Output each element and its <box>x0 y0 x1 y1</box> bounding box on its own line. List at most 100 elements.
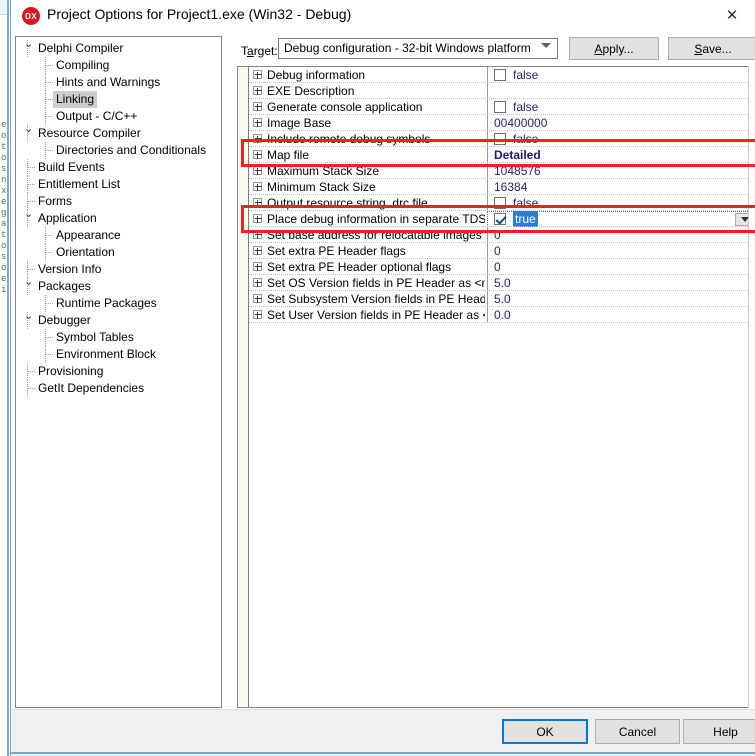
tree-connector <box>45 99 53 100</box>
property-row[interactable]: Output resource string .drc file false <box>249 195 755 211</box>
sidebar-item-environment-block[interactable]: Environment Block <box>16 346 221 363</box>
sidebar-item-label: Build Events <box>38 160 105 174</box>
property-column-divider <box>487 275 488 291</box>
chevron-down-icon[interactable]: ⌄ <box>24 37 33 53</box>
property-row[interactable]: Debug information false <box>249 67 755 83</box>
property-row[interactable]: Maximum Stack Size 1048576 <box>249 163 755 179</box>
expand-plus-icon[interactable] <box>253 198 262 207</box>
expand-plus-icon[interactable] <box>253 70 262 79</box>
expand-plus-icon[interactable] <box>253 246 262 255</box>
sidebar-item-compiling[interactable]: Compiling <box>16 57 221 74</box>
sidebar-item-output-c-c[interactable]: Output - C/C++ <box>16 108 221 125</box>
sidebar-item-hints-and-warnings[interactable]: Hints and Warnings <box>16 74 221 91</box>
property-row[interactable]: Set User Version fields in PE Header as … <box>249 307 755 323</box>
property-value: true <box>513 211 538 227</box>
tree-connector-vertical <box>45 227 46 244</box>
property-name: Set OS Version fields in PE Header as <m… <box>267 276 485 290</box>
expand-plus-icon[interactable] <box>253 262 262 271</box>
cancel-button[interactable]: Cancel <box>595 719 680 744</box>
tree-connector <box>45 354 53 355</box>
property-value: 1048576 <box>494 164 541 178</box>
property-checkbox[interactable] <box>494 197 506 209</box>
sidebar-item-label: Resource Compiler <box>38 126 141 140</box>
property-checkbox[interactable] <box>494 69 506 81</box>
property-row[interactable]: Set OS Version fields in PE Header as <m… <box>249 275 755 291</box>
property-row[interactable]: Place debug information in separate TDS … <box>249 211 755 227</box>
sidebar-item-resource-compiler[interactable]: ⌄ Resource Compiler <box>16 123 221 142</box>
property-row[interactable]: Generate console application false <box>249 99 755 115</box>
ok-button[interactable]: OK <box>502 719 588 744</box>
help-button[interactable]: Help <box>683 719 755 744</box>
tree-connector <box>27 388 35 389</box>
property-value: 00400000 <box>494 116 548 130</box>
sidebar-item-orientation[interactable]: Orientation <box>16 244 221 261</box>
expand-plus-icon[interactable] <box>253 150 262 159</box>
tree-connector-vertical <box>27 312 28 329</box>
sidebar-item-directories-and-conditionals[interactable]: Directories and Conditionals <box>16 142 221 159</box>
sidebar-item-delphi-compiler[interactable]: ⌄ Delphi Compiler <box>16 38 221 57</box>
property-checkbox[interactable] <box>494 101 506 113</box>
sidebar-item-version-info[interactable]: Version Info <box>16 261 221 278</box>
delphi-logo-icon: DX <box>22 7 40 25</box>
property-row[interactable]: Minimum Stack Size 16384 <box>249 179 755 195</box>
expand-plus-icon[interactable] <box>253 278 262 287</box>
chevron-down-icon[interactable]: ⌄ <box>24 206 33 223</box>
sidebar-item-symbol-tables[interactable]: Symbol Tables <box>16 329 221 346</box>
sidebar-item-packages[interactable]: ⌄ Packages <box>16 276 221 295</box>
sidebar-item-provisioning[interactable]: Provisioning <box>16 363 221 380</box>
property-row[interactable]: Set Subsystem Version fields in PE Heade… <box>249 291 755 307</box>
target-label: Target: <box>241 44 278 58</box>
property-row[interactable]: Image Base 00400000 <box>249 115 755 131</box>
property-grid-scrollbar[interactable] <box>748 66 755 708</box>
sidebar-item-label: Orientation <box>56 245 115 259</box>
tree-connector-vertical <box>45 142 46 159</box>
expand-plus-icon[interactable] <box>253 134 262 143</box>
expand-plus-icon[interactable] <box>253 182 262 191</box>
expand-plus-icon[interactable] <box>253 102 262 111</box>
save-label-accel: S <box>694 41 703 56</box>
tree-connector <box>45 82 53 83</box>
sidebar-item-debugger[interactable]: ⌄ Debugger <box>16 310 221 329</box>
expand-plus-icon[interactable] <box>253 118 262 127</box>
sidebar-item-linking[interactable]: Linking <box>16 91 221 108</box>
expand-plus-icon[interactable] <box>253 166 262 175</box>
linking-options-property-grid[interactable]: Debug information false EXE Description Gen… <box>237 66 755 708</box>
sidebar-item-build-events[interactable]: Build Events <box>16 159 221 176</box>
sidebar-item-appearance[interactable]: Appearance <box>16 227 221 244</box>
sidebar-item-application[interactable]: ⌄ Application <box>16 208 221 227</box>
property-row[interactable]: Set extra PE Header flags 0 <box>249 243 755 259</box>
sidebar-item-getit-dependencies[interactable]: GetIt Dependencies <box>16 380 221 397</box>
tree-connector <box>27 184 35 185</box>
property-checkbox[interactable] <box>494 133 506 145</box>
close-icon[interactable]: ✕ <box>709 0 755 30</box>
chevron-down-icon[interactable]: ⌄ <box>24 274 33 291</box>
sidebar-item-label: Provisioning <box>38 364 104 378</box>
expand-plus-icon[interactable] <box>253 294 262 303</box>
property-row[interactable]: Set extra PE Header optional flags 0 <box>249 259 755 275</box>
save-button[interactable]: Save... <box>668 37 755 60</box>
property-row[interactable]: Set base address for relocatable images 0 <box>249 227 755 243</box>
chevron-down-icon[interactable]: ⌄ <box>24 121 33 138</box>
property-row[interactable]: Include remote debug symbols false <box>249 131 755 147</box>
sidebar-item-forms[interactable]: Forms <box>16 193 221 210</box>
options-category-tree[interactable]: ⌄ Delphi Compiler Compiling Hints and Warni… <box>15 36 222 708</box>
chevron-down-icon[interactable]: ⌄ <box>24 308 33 325</box>
apply-button[interactable]: Apply... <box>569 37 659 60</box>
tree-connector-vertical <box>45 329 46 346</box>
target-configuration-combobox[interactable]: Debug configuration - 32-bit Windows pla… <box>278 38 558 59</box>
tree-connector <box>27 371 35 372</box>
property-row[interactable]: Map file Detailed <box>249 147 755 163</box>
expand-plus-icon[interactable] <box>253 310 262 319</box>
property-column-divider <box>487 195 488 211</box>
expand-plus-icon[interactable] <box>253 214 262 223</box>
sidebar-item-entitlement-list[interactable]: Entitlement List <box>16 176 221 193</box>
tree-connector-vertical <box>45 346 46 363</box>
sidebar-item-runtime-packages[interactable]: Runtime Packages <box>16 295 221 312</box>
property-name: Set base address for relocatable images <box>267 228 482 242</box>
property-row[interactable]: EXE Description <box>249 83 755 99</box>
tree-connector <box>45 150 53 151</box>
expand-plus-icon[interactable] <box>253 230 262 239</box>
property-checkbox[interactable] <box>494 213 506 225</box>
expand-plus-icon[interactable] <box>253 86 262 95</box>
sidebar-item-label: Application <box>38 211 97 225</box>
